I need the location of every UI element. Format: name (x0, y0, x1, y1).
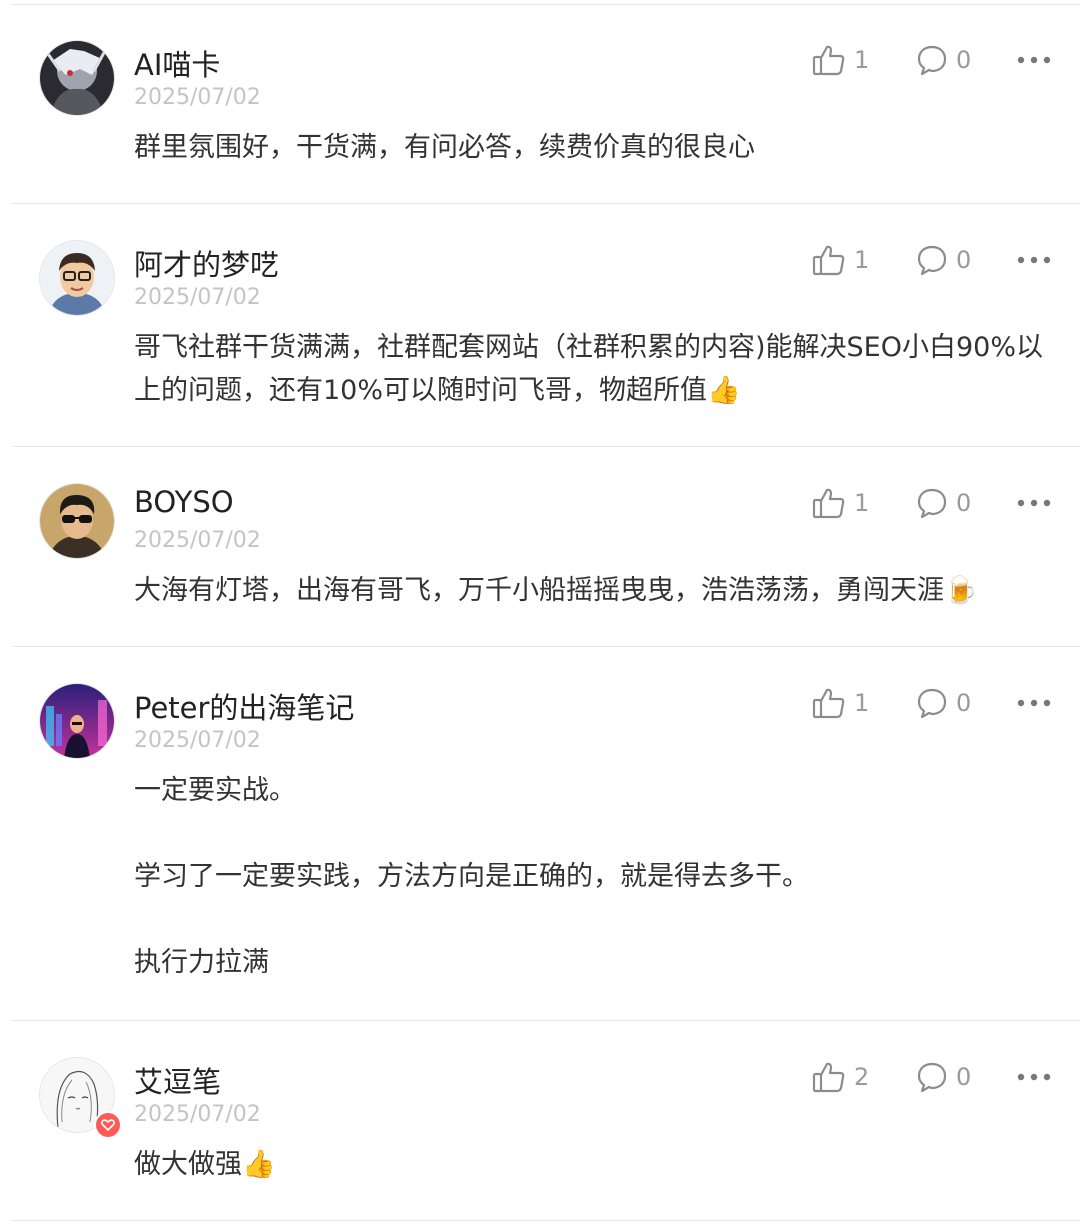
reply-button[interactable]: 0 (916, 683, 971, 723)
comment-date: 2025/07/02 (134, 85, 261, 110)
like-button[interactable]: 1 (812, 40, 869, 80)
avatar[interactable] (40, 484, 114, 558)
speech-bubble-icon (917, 688, 947, 719)
more-dots-icon (1017, 1073, 1051, 1081)
comment-body: 哥飞社群干货满满，社群配套网站（社群积累的内容)能解决SEO小白90%以上的问题… (134, 326, 1044, 412)
comment-text: 一定要实战。 (134, 775, 296, 806)
heart-badge-icon (94, 1111, 122, 1139)
comment-text (134, 812, 1044, 855)
comment-text: 大海有灯塔，出海有哥飞，万千小船摇摇曳曳，浩浩荡荡，勇闯天涯🍺 (134, 575, 978, 606)
comment-actions: 1 0 (812, 40, 1062, 80)
avatar[interactable] (40, 241, 114, 315)
thumbs-up-icon (812, 688, 845, 719)
like-button[interactable]: 2 (812, 1057, 869, 1097)
comment-date: 2025/07/02 (134, 285, 261, 310)
thumbs-up-icon (812, 45, 845, 76)
comment-actions: 1 0 (812, 483, 1062, 523)
reply-button[interactable]: 0 (916, 1057, 971, 1097)
speech-bubble-icon (917, 1062, 947, 1093)
comment-text: 群里氛围好，干货满，有问必答，续费价真的很良心 (134, 132, 755, 163)
like-count: 2 (854, 1063, 870, 1091)
more-options-button[interactable] (1014, 40, 1054, 80)
like-count: 1 (854, 689, 870, 717)
comment-author[interactable]: BOYSO (134, 485, 234, 519)
thumbs-up-icon (812, 488, 845, 519)
comment-author[interactable]: 艾逗笔 (134, 1059, 221, 1101)
comment-date: 2025/07/02 (134, 528, 261, 553)
divider (12, 1220, 1080, 1221)
like-count: 1 (854, 489, 870, 517)
more-options-button[interactable] (1014, 483, 1054, 523)
thumbs-up-icon (812, 1062, 845, 1093)
more-options-button[interactable] (1014, 683, 1054, 723)
reply-count: 0 (956, 46, 972, 74)
reply-button[interactable]: 0 (916, 483, 971, 523)
reply-count: 0 (956, 689, 972, 717)
avatar[interactable] (40, 41, 114, 115)
comment-actions: 2 0 (812, 1057, 1062, 1097)
comment-actions: 1 0 (812, 683, 1062, 723)
more-options-button[interactable] (1014, 1057, 1054, 1097)
divider (12, 1020, 1080, 1021)
reply-count: 0 (956, 489, 972, 517)
speech-bubble-icon (917, 488, 947, 519)
more-options-button[interactable] (1014, 240, 1054, 280)
like-button[interactable]: 1 (812, 683, 869, 723)
comment-date: 2025/07/02 (134, 1102, 261, 1127)
thumbs-up-icon (812, 245, 845, 276)
speech-bubble-icon (917, 245, 947, 276)
like-count: 1 (854, 246, 870, 274)
comment-body: 大海有灯塔，出海有哥飞，万千小船摇摇曳曳，浩浩荡荡，勇闯天涯🍺 (134, 569, 1044, 612)
reply-button[interactable]: 0 (916, 40, 971, 80)
comment-author[interactable]: 阿才的梦呓 (134, 242, 279, 284)
comment-text: 做大做强👍 (134, 1149, 276, 1180)
comment-text: 哥飞社群干货满满，社群配套网站（社群积累的内容)能解决SEO小白90%以上的问题… (134, 332, 1043, 406)
like-button[interactable]: 1 (812, 483, 869, 523)
comment-body: 群里氛围好，干货满，有问必答，续费价真的很良心 (134, 126, 1044, 169)
comment-text: 执行力拉满 (134, 947, 269, 978)
reply-count: 0 (956, 1063, 972, 1091)
comment-text: 学习了一定要实践，方法方向是正确的，就是得去多干。 (134, 861, 809, 892)
comment-author[interactable]: AI喵卡 (134, 42, 220, 84)
more-dots-icon (1017, 699, 1051, 707)
divider (12, 446, 1080, 447)
more-dots-icon (1017, 56, 1051, 64)
comment-body: 做大做强👍 (134, 1143, 1044, 1186)
comment-actions: 1 0 (812, 240, 1062, 280)
more-dots-icon (1017, 499, 1051, 507)
reply-button[interactable]: 0 (916, 240, 971, 280)
speech-bubble-icon (917, 45, 947, 76)
divider (12, 646, 1080, 647)
more-dots-icon (1017, 256, 1051, 264)
comment-author[interactable]: Peter的出海笔记 (134, 685, 354, 727)
divider (12, 203, 1080, 204)
like-button[interactable]: 1 (812, 240, 869, 280)
avatar[interactable] (40, 684, 114, 758)
comment-body: 一定要实战。 学习了一定要实践，方法方向是正确的，就是得去多干。 执行力拉满 (134, 769, 1044, 984)
like-count: 1 (854, 46, 870, 74)
reply-count: 0 (956, 246, 972, 274)
comment-text (134, 898, 1044, 941)
comment-date: 2025/07/02 (134, 728, 261, 753)
top-divider (12, 4, 1080, 5)
